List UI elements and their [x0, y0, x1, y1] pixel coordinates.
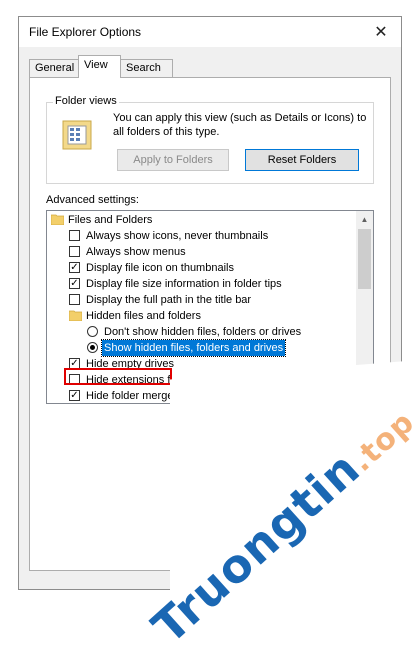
setting-label: Files and Folders	[68, 214, 153, 226]
setting-label: Display file icon on thumbnails	[86, 262, 234, 274]
folder-icon	[51, 214, 64, 225]
close-button[interactable]: ✕	[361, 17, 401, 47]
checkbox-unchecked-icon[interactable]	[69, 246, 80, 257]
radio-selected-icon[interactable]	[87, 342, 98, 353]
setting-label: Always show menus	[86, 246, 186, 258]
folder-views-description: You can apply this view (such as Details…	[113, 112, 367, 138]
highlight-annotation	[64, 368, 172, 385]
setting-display-file-icon-on-thumbnails[interactable]: ✓ Display file icon on thumbnails	[47, 260, 357, 276]
checkbox-checked-icon[interactable]: ✓	[69, 278, 80, 289]
tab-general[interactable]: General	[29, 59, 79, 77]
scrollbar-thumb[interactable]	[358, 229, 371, 289]
setting-display-the-full-path-in-the-title-bar[interactable]: Display the full path in the title bar	[47, 292, 357, 308]
setting-show-hidden-files-folders-and-drives[interactable]: Show hidden files, folders and drives	[47, 339, 357, 357]
folder-views-icon	[62, 120, 92, 150]
advanced-settings-label: Advanced settings:	[46, 194, 139, 206]
scroll-up-arrow-icon[interactable]: ▲	[356, 211, 373, 228]
setting-hidden-files-and-folders[interactable]: Hidden files and folders	[47, 308, 357, 324]
close-icon: ✕	[374, 24, 388, 41]
setting-display-file-size-information-in-folder-tips[interactable]: ✓ Display file size information in folder…	[47, 276, 357, 292]
reset-folders-button[interactable]: Reset Folders	[245, 149, 359, 171]
folder-views-title: Folder views	[53, 95, 119, 107]
folder-views-group: Folder views You can apply this view (su…	[46, 95, 374, 184]
apply-to-folders-button[interactable]: Apply to Folders	[117, 149, 229, 171]
tab-search[interactable]: Search	[120, 59, 173, 77]
title-bar: File Explorer Options ✕	[19, 17, 401, 47]
setting-label: Hide folder merge	[86, 390, 174, 402]
checkbox-unchecked-icon[interactable]	[69, 230, 80, 241]
setting-label: Display file size information in folder …	[86, 278, 282, 290]
setting-label: Show hidden files, folders and drives	[100, 339, 287, 357]
checkbox-checked-icon[interactable]: ✓	[69, 262, 80, 273]
setting-always-show-icons-never-thumbnails[interactable]: Always show icons, never thumbnails	[47, 228, 357, 244]
setting-label: Don't show hidden files, folders or driv…	[104, 326, 302, 338]
setting-files-and-folders[interactable]: Files and Folders	[47, 212, 357, 228]
setting-label: Hidden files and folders	[86, 310, 201, 322]
setting-don-t-show-hidden-files-folders-or-drives[interactable]: Don't show hidden files, folders or driv…	[47, 324, 357, 340]
folder-icon	[69, 310, 82, 321]
tab-view[interactable]: View	[78, 55, 121, 78]
checkbox-checked-icon[interactable]: ✓	[69, 390, 80, 401]
radio-unselected-icon[interactable]	[87, 326, 98, 337]
setting-label: Display the full path in the title bar	[86, 294, 252, 306]
window-title: File Explorer Options	[29, 25, 142, 39]
setting-always-show-menus[interactable]: Always show menus	[47, 244, 357, 260]
setting-label: Always show icons, never thumbnails	[86, 230, 269, 242]
checkbox-unchecked-icon[interactable]	[69, 294, 80, 305]
